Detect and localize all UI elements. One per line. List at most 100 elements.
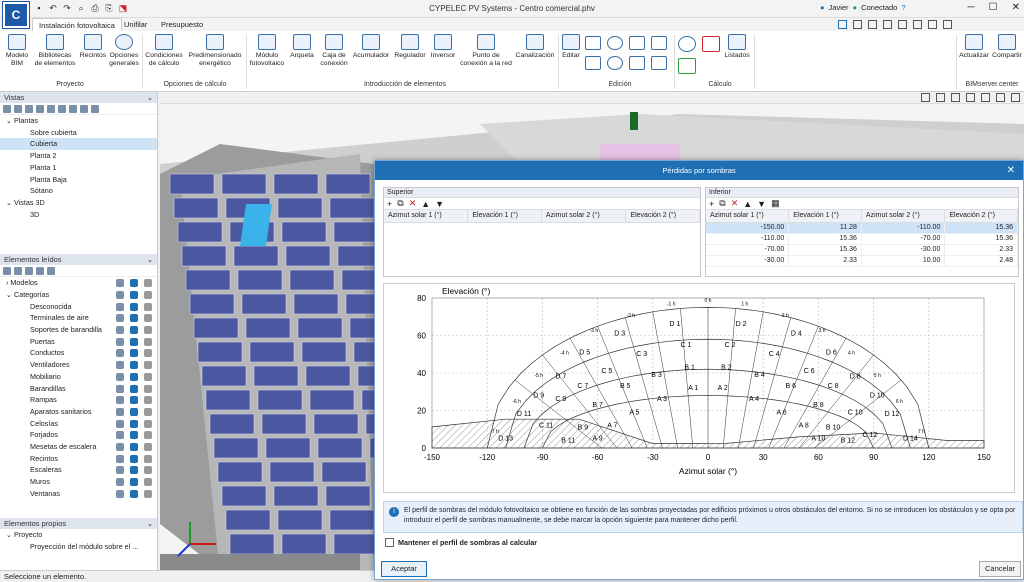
solar-panel[interactable]	[169, 173, 215, 195]
list-item-categoria[interactable]: Desconocida	[0, 301, 157, 313]
move-vertex-icon[interactable]	[585, 56, 601, 70]
eye-icon[interactable]	[116, 442, 124, 451]
eye-icon[interactable]	[116, 337, 124, 346]
table-cell[interactable]: 15.36	[944, 222, 1018, 234]
solar-panel[interactable]	[261, 413, 307, 435]
inversor-button[interactable]: Inversor	[428, 34, 458, 60]
list-item-categoria[interactable]: Celosías	[0, 418, 157, 430]
solar-panel[interactable]	[325, 173, 371, 195]
tree-node-plantas[interactable]: ⌄ Plantas	[0, 115, 157, 127]
acumulador-button[interactable]: Acumulador	[350, 34, 392, 60]
list-item-categoria[interactable]: Mesetas de escalera	[0, 441, 157, 453]
tree-item-planta-selected[interactable]: Cubierta	[0, 138, 157, 151]
floor-down-icon[interactable]	[58, 105, 66, 113]
tool-b-icon[interactable]	[14, 267, 22, 276]
solar-panel[interactable]	[329, 509, 375, 531]
canalizacion-button[interactable]: Canalización	[514, 34, 556, 60]
table-row[interactable]: -30.00 2.33 10.00 2.48	[706, 255, 1018, 267]
table-row[interactable]: -110.00 15.36 -70.00 15.36	[706, 233, 1018, 245]
settings-icon[interactable]	[130, 372, 138, 381]
close-icon[interactable]: ✕	[1012, 2, 1020, 13]
render-icon[interactable]	[1011, 93, 1020, 102]
tree-item-planta[interactable]: Planta 1	[0, 162, 157, 174]
eye-icon[interactable]	[116, 431, 124, 440]
layout-4-icon[interactable]	[913, 20, 922, 29]
list-item-categoria[interactable]: Conductos	[0, 347, 157, 359]
solar-panel[interactable]	[189, 293, 235, 315]
solar-panel[interactable]	[221, 173, 267, 195]
solar-panel[interactable]	[221, 485, 267, 507]
view-hide-icon[interactable]	[91, 105, 99, 113]
paint-icon[interactable]	[651, 56, 667, 70]
lock-icon[interactable]	[144, 489, 152, 498]
solar-panel[interactable]	[205, 389, 251, 411]
rotate-copy-icon[interactable]	[607, 56, 623, 70]
lock-icon[interactable]	[144, 396, 152, 405]
settings-icon[interactable]	[130, 489, 138, 498]
tab-instalacion[interactable]: Instalación fotovoltaica	[32, 18, 122, 31]
move-up-icon[interactable]: ▲	[421, 199, 430, 209]
eye-icon[interactable]	[116, 302, 124, 311]
solar-panel[interactable]	[217, 461, 263, 483]
view-3d-icon[interactable]	[69, 105, 77, 113]
list-item-categoria[interactable]: Rampas	[0, 394, 157, 406]
minimize-icon[interactable]: ─	[968, 2, 975, 13]
axes-icon[interactable]	[921, 93, 930, 102]
cube-icon[interactable]	[951, 93, 960, 102]
solar-panel[interactable]	[233, 245, 279, 267]
app-logo[interactable]: C	[3, 2, 29, 28]
window-layout-icon[interactable]	[838, 20, 847, 29]
table-cell[interactable]: 2.48	[944, 255, 1018, 267]
add-icon[interactable]: +	[709, 199, 714, 209]
eye-icon[interactable]	[116, 384, 124, 393]
table-cell[interactable]: 15.36	[788, 233, 862, 245]
lock-icon[interactable]	[144, 442, 152, 451]
modulo-fotovoltaico-button[interactable]: Módulo fotovoltaico	[248, 34, 286, 68]
regulador-button[interactable]: Regulador	[392, 34, 428, 60]
split-horizontal-icon[interactable]	[883, 20, 892, 29]
table-row[interactable]: -150.00 11.28 -110.00 15.36	[706, 222, 1018, 234]
table-cell[interactable]: 15.36	[788, 244, 862, 256]
lock-icon[interactable]	[144, 326, 152, 335]
tool-c-icon[interactable]	[25, 267, 33, 276]
solar-panel[interactable]	[325, 485, 371, 507]
eye-icon[interactable]	[116, 361, 124, 370]
solar-panel[interactable]	[225, 509, 271, 531]
copy-view-icon[interactable]	[25, 105, 33, 113]
table-cell[interactable]: -110.00	[706, 233, 790, 245]
table-row[interactable]: -70.00 15.36 -30.00 2.33	[706, 244, 1018, 256]
list-item-categoria[interactable]: Recintos	[0, 453, 157, 465]
settings-icon[interactable]	[130, 431, 138, 440]
tree-item-proyeccion[interactable]: Proyección del módulo sobre el ...	[0, 541, 157, 553]
align-icon[interactable]	[651, 36, 667, 50]
lock-icon[interactable]	[144, 279, 152, 288]
solar-panel[interactable]	[229, 533, 275, 555]
settings-icon[interactable]	[130, 349, 138, 358]
new-view-icon[interactable]	[3, 105, 11, 113]
solar-panel[interactable]	[237, 269, 283, 291]
vr-icon[interactable]	[936, 93, 945, 102]
move-down-icon[interactable]: ▼	[757, 199, 766, 209]
tree-node-proyecto[interactable]: ⌄ Proyecto	[0, 529, 157, 541]
solar-panel[interactable]	[253, 365, 299, 387]
duplicate-icon[interactable]: ⧉	[397, 198, 403, 209]
column-header[interactable]: Elevación 2 (°)	[625, 210, 700, 223]
rotate-icon[interactable]	[607, 36, 623, 50]
eye-icon[interactable]	[116, 314, 124, 323]
solar-panel[interactable]	[301, 341, 347, 363]
column-header[interactable]: Azimut solar 2 (°)	[861, 210, 946, 223]
maximize-icon[interactable]: ☐	[989, 2, 998, 13]
solar-panel[interactable]	[281, 221, 327, 243]
table-cell[interactable]: 10.00	[861, 255, 946, 267]
list-item-categoria[interactable]: Ventiladores	[0, 359, 157, 371]
settings-icon[interactable]	[130, 361, 138, 370]
settings-icon[interactable]	[130, 419, 138, 428]
column-header[interactable]: Azimut solar 2 (°)	[541, 210, 627, 223]
eye-icon[interactable]	[116, 478, 124, 487]
bibliotecas-button[interactable]: Bibliotecas de elementos	[34, 34, 76, 68]
tab-presupuesto[interactable]: Presupuesto	[155, 18, 209, 31]
list-item-categoria[interactable]: Aparatos sanitarios	[0, 406, 157, 418]
settings-icon[interactable]	[130, 478, 138, 487]
editar-button[interactable]: Editar	[560, 34, 582, 60]
modelo-bim-button[interactable]: Modelo BIM	[4, 34, 30, 68]
